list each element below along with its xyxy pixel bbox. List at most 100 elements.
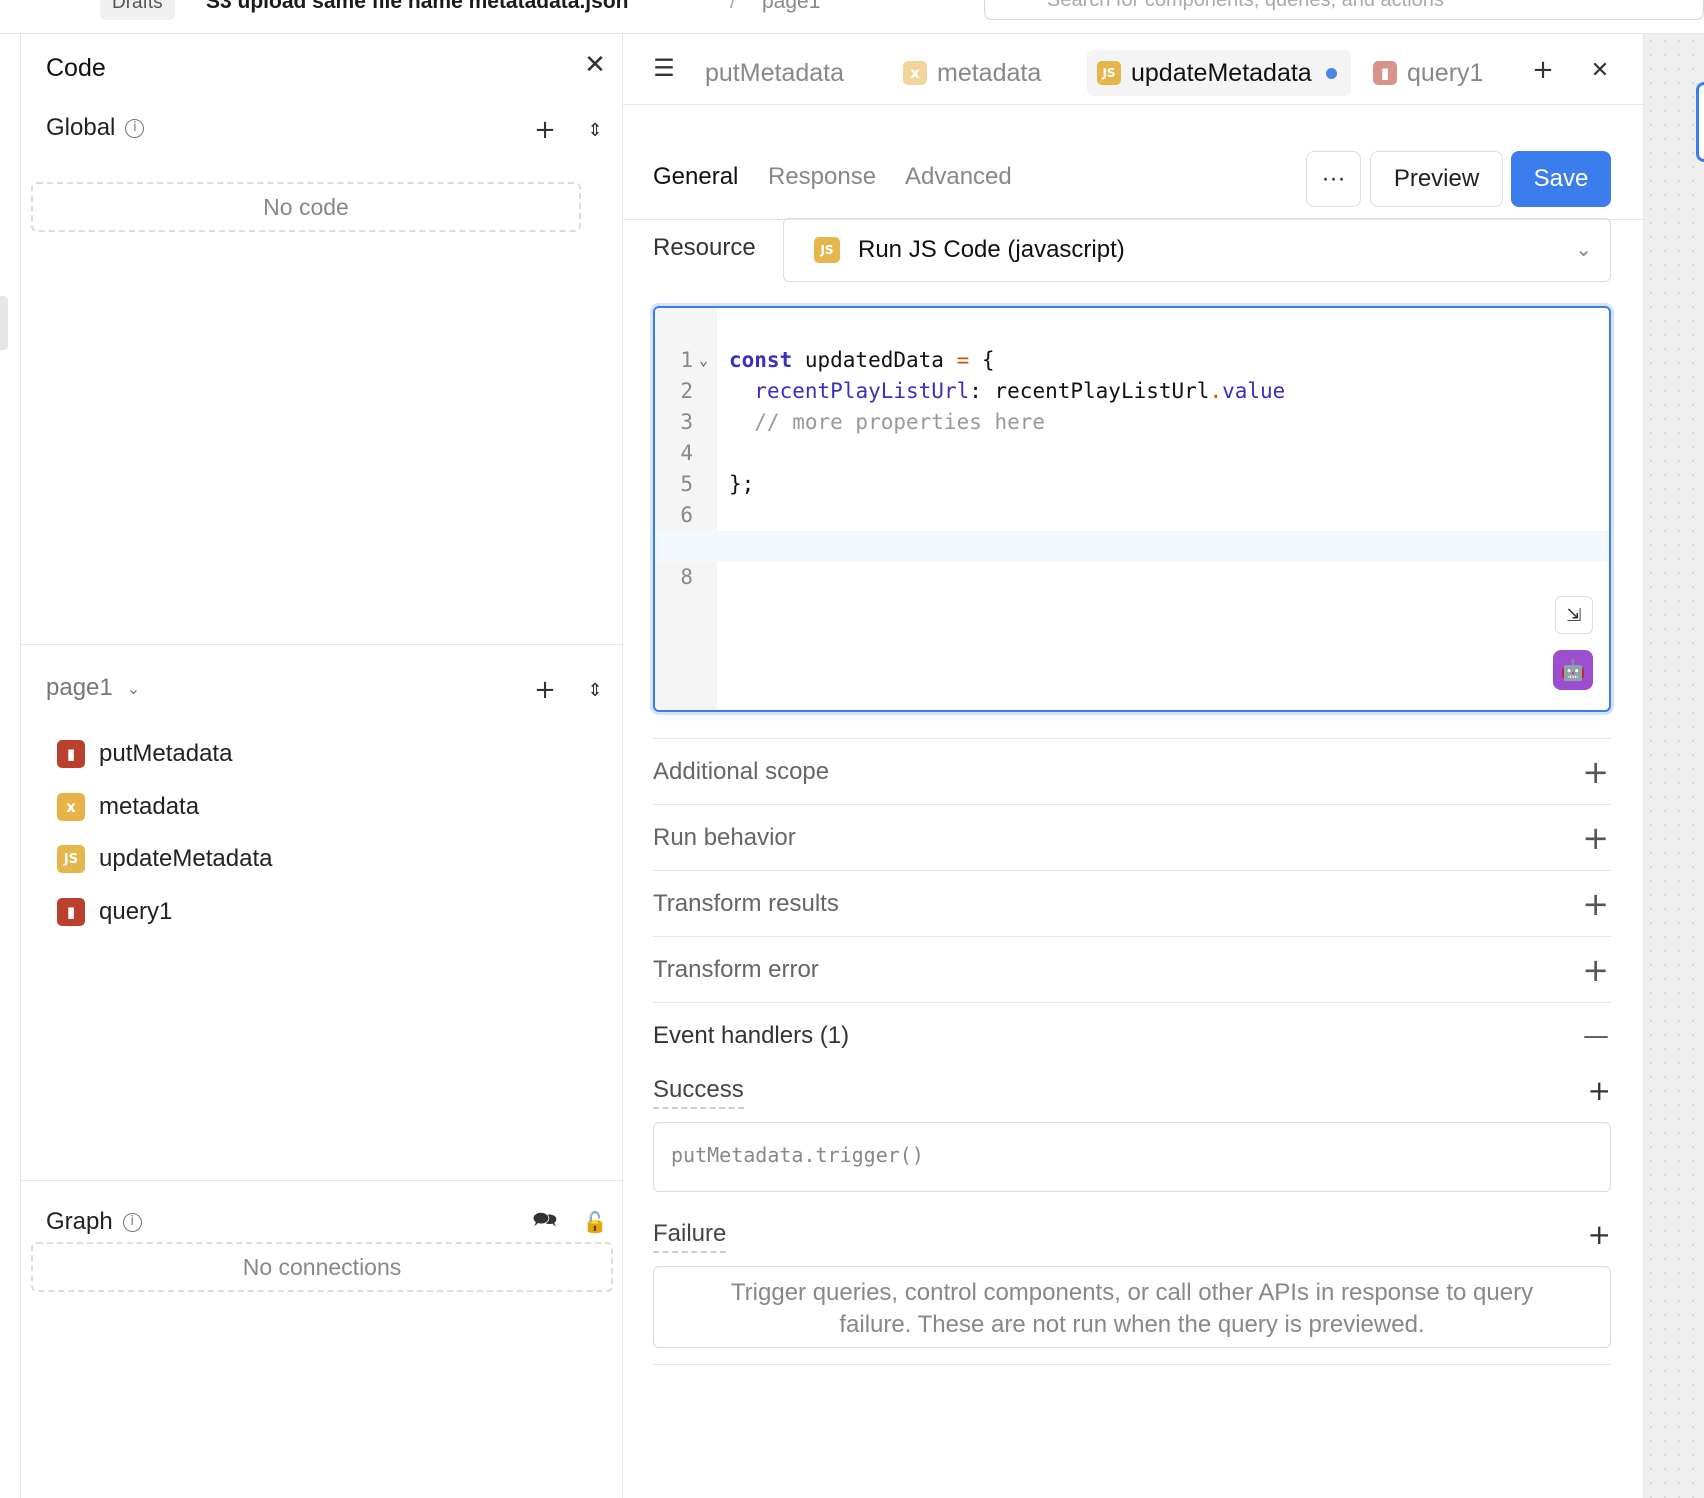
breadcrumb-separator: /	[730, 0, 736, 13]
section-label: Event handlers (1)	[653, 1021, 850, 1049]
info-icon[interactable]: i	[125, 118, 145, 138]
tab-label: putMetadata	[705, 58, 844, 87]
list-item-label: putMetadata	[99, 740, 233, 767]
section-run-behavior[interactable]: Run behavior +	[653, 804, 1611, 870]
page-selector[interactable]: page1	[762, 0, 820, 14]
code-line: 6	[655, 469, 1609, 527]
query-editor: ☰ putMetadata x metadata JS updateMetada…	[623, 34, 1643, 1498]
success-label: Success	[653, 1076, 744, 1109]
tab-updatemetadata[interactable]: JS updateMetadata	[1087, 50, 1351, 96]
section-label: Additional scope	[653, 757, 830, 785]
code-line: 3 // more properties here	[655, 376, 1609, 434]
left-rail	[0, 34, 21, 1498]
list-item[interactable]: ▮ putMetadata	[57, 740, 232, 768]
plus-icon[interactable]: +	[1582, 951, 1609, 989]
code-editor[interactable]: 1 ⌄ const updatedData = { 2 recentPlayList…	[653, 306, 1611, 712]
unsaved-indicator	[1325, 67, 1337, 79]
code-line: 4	[655, 407, 1609, 465]
js-icon: JS	[57, 845, 85, 873]
list-item[interactable]: JS updateMetadata	[57, 845, 272, 873]
selected-component-edge[interactable]	[1696, 82, 1704, 162]
code-line: 7metadata.setValue(updatedData)	[655, 500, 1609, 558]
more-options-button[interactable]: ···	[1306, 151, 1361, 207]
list-item-label: query1	[99, 898, 173, 925]
section-label: Transform results	[653, 889, 839, 917]
page-section-header[interactable]: page1 ⌄	[46, 674, 140, 702]
unlock-icon[interactable]: 🔓	[581, 1208, 609, 1236]
resource-select[interactable]: JS Run JS Code (javascript) ⌄	[783, 218, 1611, 282]
js-icon: JS	[814, 237, 840, 263]
variable-icon: x	[57, 793, 85, 821]
comments-icon[interactable]: 🗪	[531, 1207, 559, 1236]
list-item-label: updateMetadata	[99, 845, 273, 872]
add-page-item-icon[interactable]: +	[531, 675, 559, 705]
tab-general[interactable]: General	[653, 163, 738, 191]
plus-icon[interactable]: +	[1582, 819, 1609, 857]
section-label: Run behavior	[653, 823, 796, 851]
preview-button[interactable]: Preview	[1370, 151, 1503, 207]
graph-section-header: Graph i	[46, 1208, 142, 1236]
app-title[interactable]: S3 upload same file name metatadata.json	[206, 0, 628, 14]
tab-query1[interactable]: ▮ query1	[1363, 50, 1493, 96]
ai-assistant-icon[interactable]: 🤖	[1553, 650, 1593, 690]
list-item-label: metadata	[99, 793, 200, 820]
divider	[21, 1180, 623, 1181]
plus-icon[interactable]: +	[1582, 885, 1609, 923]
code-panel: Code ✕ Global i + ⇕ No code page1 ⌄ + ⇕ …	[21, 34, 623, 1498]
drafts-badge[interactable]: Drafts	[100, 0, 175, 20]
query-subbar: General Response Advanced ··· Preview Sa…	[623, 105, 1643, 220]
line-number: 8	[680, 565, 693, 589]
section-additional-scope[interactable]: Additional scope +	[653, 738, 1611, 804]
global-label: Global	[46, 114, 116, 141]
graph-label: Graph	[46, 1208, 113, 1235]
section-transform-error[interactable]: Transform error +	[653, 936, 1611, 1002]
list-item[interactable]: x metadata	[57, 793, 199, 821]
code-panel-title: Code	[46, 54, 106, 82]
add-failure-handler-icon[interactable]: +	[1588, 1218, 1611, 1251]
expand-collapse-icon[interactable]: ⇕	[581, 676, 609, 704]
tab-label: query1	[1407, 58, 1484, 87]
tab-response[interactable]: Response	[768, 163, 876, 191]
tab-advanced[interactable]: Advanced	[905, 163, 1012, 191]
section-transform-results[interactable]: Transform results +	[653, 870, 1611, 936]
code-line: 2 recentPlayListUrl: recentPlayListUrl.v…	[655, 345, 1609, 403]
chevron-down-icon: ⌄	[126, 678, 141, 698]
list-item[interactable]: ▮ query1	[57, 898, 172, 926]
s3-icon: ▮	[57, 898, 85, 926]
add-tab-icon[interactable]: +	[1529, 55, 1557, 85]
graph-empty-state: No connections	[31, 1242, 613, 1292]
failure-handler-placeholder[interactable]: Trigger queries, control components, or …	[653, 1266, 1611, 1348]
save-button[interactable]: Save	[1511, 151, 1611, 207]
close-icon[interactable]: ✕	[1586, 56, 1614, 84]
close-icon[interactable]: ✕	[581, 50, 609, 80]
s3-icon: ▮	[57, 740, 85, 768]
tab-putmetadata[interactable]: putMetadata	[695, 50, 854, 96]
section-event-handlers[interactable]: Event handlers (1) —	[653, 1002, 1611, 1068]
canvas-grid	[1644, 34, 1704, 1498]
menu-icon[interactable]: ☰	[650, 54, 678, 82]
canvas-edge	[1643, 34, 1704, 1498]
code-line: 5};	[655, 438, 1609, 496]
plus-icon[interactable]: +	[1582, 753, 1609, 791]
minus-icon[interactable]: —	[1583, 1021, 1609, 1051]
success-handler[interactable]: putMetadata.trigger()	[653, 1122, 1611, 1192]
s3-icon: ▮	[1373, 61, 1397, 85]
info-icon[interactable]: i	[122, 1212, 142, 1232]
tab-label: updateMetadata	[1131, 58, 1312, 87]
add-global-icon[interactable]: +	[531, 115, 559, 145]
resource-value: Run JS Code (javascript)	[858, 236, 1125, 263]
page-label: page1	[46, 674, 113, 701]
global-empty-state: No code	[31, 182, 581, 232]
expand-collapse-icon[interactable]: ⇕	[581, 116, 609, 144]
search-input[interactable]: Search for components, queries, and acti…	[984, 0, 1704, 20]
top-bar: Drafts S3 upload same file name metatada…	[0, 0, 1704, 34]
chevron-down-icon: ⌄	[1575, 237, 1592, 261]
section-label: Transform error	[653, 955, 819, 983]
global-section-header: Global i	[46, 114, 145, 142]
expand-editor-icon[interactable]: ⇲	[1555, 596, 1593, 634]
rail-handle[interactable]	[0, 296, 8, 350]
code-line-current: 8	[655, 531, 1609, 589]
tab-metadata[interactable]: x metadata	[893, 50, 1051, 96]
divider	[21, 644, 623, 645]
add-success-handler-icon[interactable]: +	[1588, 1074, 1611, 1107]
